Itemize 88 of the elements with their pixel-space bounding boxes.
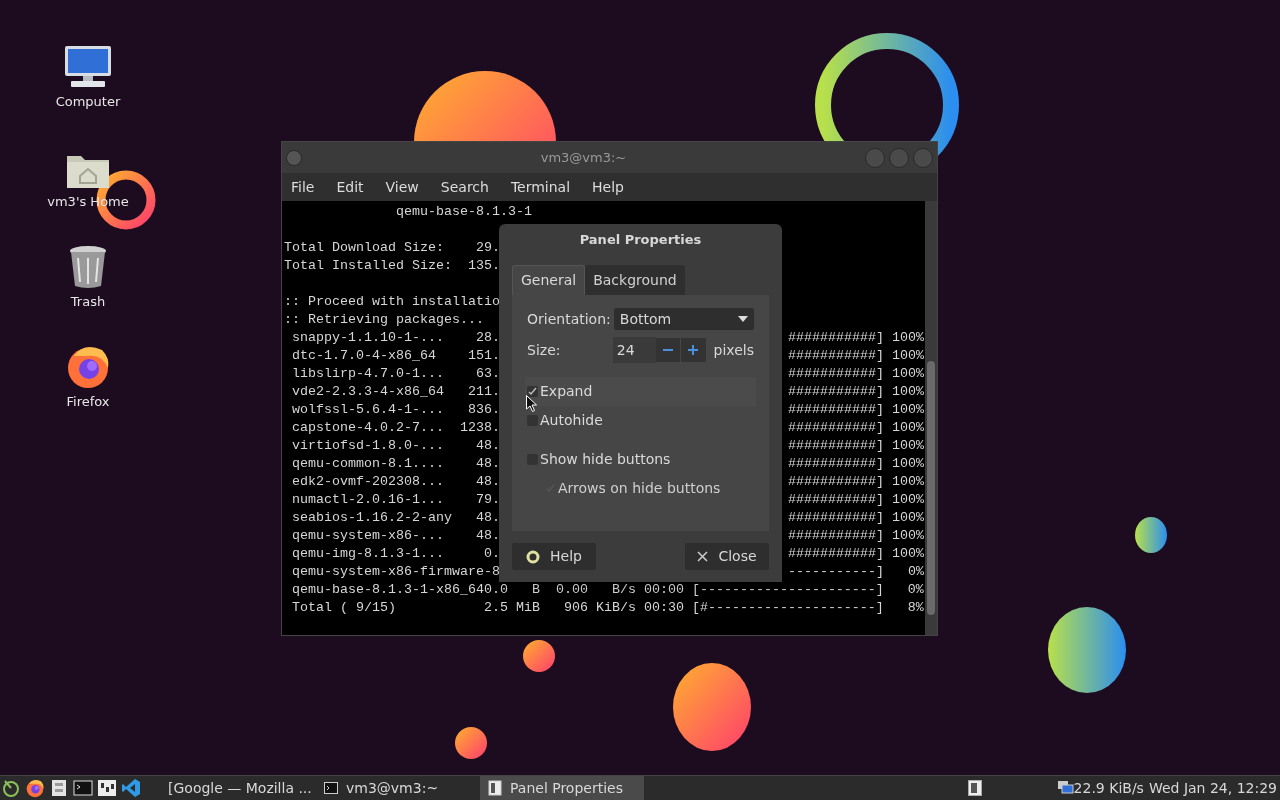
desktop-icon[interactable]: Trash [38,240,138,340]
terminal-line: edk2-ovmf-202308... 48. [291,473,500,491]
menu-icon[interactable] [1,778,21,798]
terminal-line: qemu-common-8.1.... 48. [291,455,500,473]
terminal-line: vde2-2.3.3-4-x86_64 211. [291,383,500,401]
terminal-line: qemu-system-x86-firmware-8 [291,563,500,581]
close-button[interactable]: Close [685,543,769,570]
progress-text: ###########] 100% [788,437,924,455]
terminal-line: Total Download Size: 29. [284,239,500,257]
progress-text: ###########] 100% [788,329,924,347]
progress-text: -----------] 0% [788,563,924,581]
terminal-line: virtiofsd-1.8.0-... 48. [291,437,500,455]
menu-item[interactable]: View [385,176,419,198]
increment-button[interactable] [681,338,706,362]
terminal-line: qemu-img-8.1.3-1... 0. [291,545,500,563]
size-field[interactable]: 24 [612,337,656,363]
clock: Wed Jan 24, 12:29 [1148,778,1277,798]
terminal-line: snappy-1.1.10-1-... 28. [291,329,500,347]
show-desktop-button[interactable] [967,780,982,796]
unit-label: pixels [713,340,754,360]
tab[interactable]: General [512,265,586,295]
task-button[interactable]: vm3@vm3:~ [316,776,480,800]
decrement-button[interactable] [655,338,681,362]
terminal-line: :: Proceed with installatio [284,293,500,311]
progress-text: ###########] 100% [788,401,924,419]
progress-text: ###########] 100% [788,491,924,509]
monitor-icon [63,44,113,90]
progress-text: ###########] 100% [788,527,924,545]
scrollbar[interactable] [925,201,937,635]
terminal-line: qemu-system-x86-... 48. [291,527,500,545]
option-label: Show hide buttons [540,450,671,469]
option-label: Arrows on hide buttons [558,479,721,498]
size-label: Size: [527,340,562,360]
desktop-icon[interactable]: Firefox [38,340,138,440]
desktop-icon[interactable]: Computer [38,40,138,140]
terminal-line: qemu-base-8.1.3-1 [394,203,532,221]
option-label: Expand [540,382,593,401]
menu-item[interactable]: Edit [336,176,364,198]
pointer-icon [526,395,537,412]
task-button[interactable]: Panel Properties [480,776,644,800]
terminal-line: qemu-base-8.1.3-1-x86_640.0 B 0.00 B/s 00:00 [----------------------] 0% [291,581,924,599]
terminal-line: libslirp-4.7.0-1... 63. [291,365,500,383]
minus-icon [663,349,673,351]
window-title: vm3@vm3:~ [539,148,628,167]
dialog-title: Panel Properties [578,231,703,250]
terminal-line: Total ( 9/15) 2.5 MiB 906 KiB/s 00:30 [#---------------------] 8% [291,599,924,617]
lifebuoy-icon [526,549,541,564]
code-editor-icon[interactable] [121,778,141,798]
menu-item[interactable]: Terminal [510,176,571,198]
tab[interactable]: Background [585,265,685,295]
option-label: Autohide [540,411,603,430]
sliders-icon[interactable] [97,778,117,798]
network-icon [1057,781,1074,795]
help-button[interactable]: Help [512,543,596,570]
terminal-line: dtc-1.7.0-4-x86_64 151. [291,347,500,365]
menu-item[interactable]: Search [440,176,489,198]
terminal-line: seabios-1.16.2-2-any 48. [291,509,500,527]
orientation-dropdown[interactable]: Bottom [613,308,754,330]
checkbox[interactable] [527,386,538,397]
terminal-icon [324,781,338,795]
progress-text: ###########] 100% [788,383,924,401]
close-icon [697,551,709,562]
menu-item[interactable]: Help [592,176,624,198]
progress-text: ###########] 100% [788,509,924,527]
check-icon [528,387,537,396]
terminal-line: :: Retrieving packages... [284,311,484,329]
firefox-launcher[interactable] [25,778,45,798]
progress-text: ###########] 100% [788,545,924,563]
cabinet-icon[interactable] [49,778,69,798]
terminal-icon[interactable] [73,778,93,798]
progress-text: ###########] 100% [788,455,924,473]
terminal-line: Total Installed Size: 135. [284,257,500,275]
dropdown-arrow-icon [738,316,748,322]
terminal-line: wolfssl-5.6.4-1-... 836. [291,401,500,419]
plus-icon [688,345,699,355]
menu-item[interactable]: File [291,176,315,198]
network-speed: 22.9 KiB/s [1073,778,1144,798]
window-icon [488,780,502,796]
firefox-icon [25,778,45,798]
progress-text: ###########] 100% [788,473,924,491]
progress-text: ###########] 100% [788,419,924,437]
orientation-label: Orientation: [527,309,612,329]
progress-text: ###########] 100% [788,347,924,365]
task-button[interactable]: [Google — Mozilla ... [152,776,316,800]
terminal-line: capstone-4.0.2-7... 1238. [291,419,500,437]
progress-text: ###########] 100% [788,365,924,383]
trash-icon [68,244,108,290]
terminal-line: numactl-2.0.16-1... 79. [291,491,500,509]
